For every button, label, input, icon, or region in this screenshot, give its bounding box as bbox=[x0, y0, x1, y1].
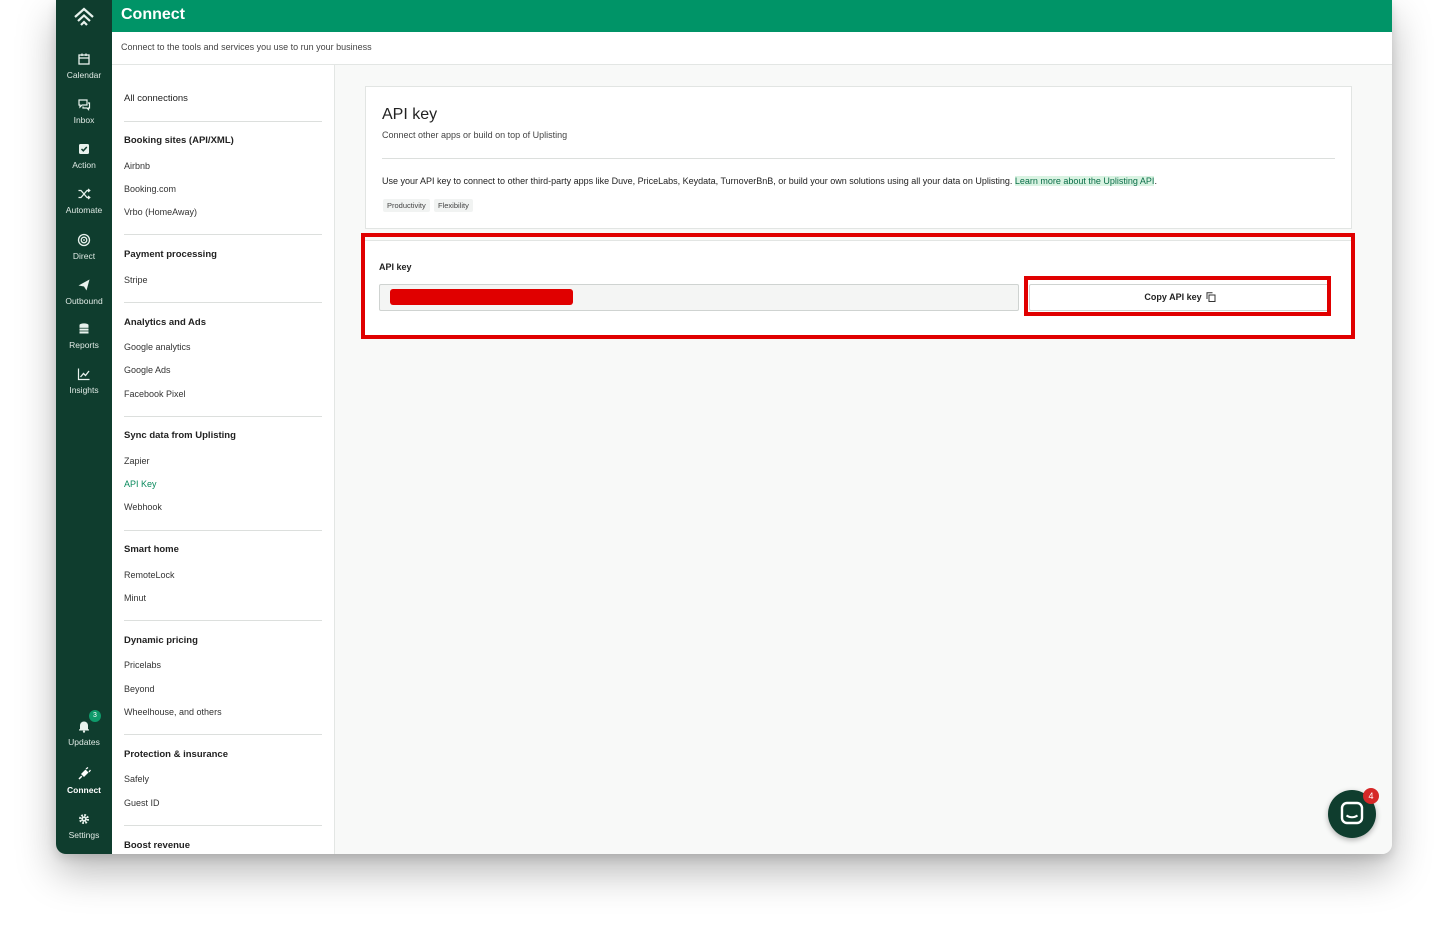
sidebar-item-api-key[interactable]: API Key bbox=[124, 479, 157, 489]
sub-header: Connect to the tools and services you us… bbox=[112, 32, 1392, 65]
rail-item-action[interactable]: Action bbox=[56, 142, 112, 182]
rail-item-reports[interactable]: Reports bbox=[56, 322, 112, 362]
rail-label: Insights bbox=[69, 385, 99, 395]
sidebar-item-vrbo[interactable]: Vrbo (HomeAway) bbox=[124, 207, 197, 217]
sidebar-item-beyond[interactable]: Beyond bbox=[124, 684, 155, 694]
sidebar-item-pricelabs[interactable]: Pricelabs bbox=[124, 660, 161, 670]
section-title: Booking sites (API/XML) bbox=[124, 135, 234, 146]
section-title: Dynamic pricing bbox=[124, 635, 198, 646]
card-title: API key bbox=[382, 106, 438, 123]
sidebar-item-wheelhouse[interactable]: Wheelhouse, and others bbox=[124, 707, 222, 717]
plug-icon bbox=[78, 767, 91, 780]
tag-flexibility: Flexibility bbox=[434, 199, 473, 212]
rail-item-insights[interactable]: Insights bbox=[56, 367, 112, 407]
sidebar-item-facebook-pixel[interactable]: Facebook Pixel bbox=[124, 389, 186, 399]
rail-label: Updates bbox=[68, 737, 100, 747]
divider bbox=[124, 620, 322, 621]
updates-badge: 3 bbox=[89, 710, 101, 722]
sidebar-item-google-analytics[interactable]: Google analytics bbox=[124, 342, 191, 352]
rail-label: Connect bbox=[67, 785, 101, 795]
gear-icon bbox=[79, 814, 89, 824]
sidebar-item-stripe[interactable]: Stripe bbox=[124, 275, 148, 285]
divider bbox=[124, 825, 322, 826]
divider bbox=[124, 302, 322, 303]
divider bbox=[124, 121, 322, 122]
api-key-info-card: API key Connect other apps or build on t… bbox=[365, 86, 1352, 229]
rail-item-automate[interactable]: Automate bbox=[56, 187, 112, 227]
sidebar-item-all-connections[interactable]: All connections bbox=[124, 93, 188, 104]
divider bbox=[124, 734, 322, 735]
send-icon bbox=[78, 279, 90, 291]
section-title: Analytics and Ads bbox=[124, 317, 207, 328]
rail-item-updates[interactable]: 3 Updates bbox=[56, 710, 112, 759]
rail-label: Reports bbox=[69, 340, 99, 350]
page-title: Connect bbox=[121, 6, 185, 23]
section-title: Smart home bbox=[124, 544, 179, 555]
section-title: Payment processing bbox=[124, 249, 217, 260]
chat-bubbles-icon bbox=[78, 99, 91, 111]
section-title: Protection & insurance bbox=[124, 749, 228, 760]
rail-label: Settings bbox=[68, 830, 100, 840]
top-bar: Connect bbox=[112, 0, 1392, 32]
rail-item-direct[interactable]: Direct bbox=[56, 233, 112, 273]
bell-icon bbox=[79, 721, 89, 733]
rail-item-settings[interactable]: Settings bbox=[56, 812, 112, 852]
highlight-copy-button bbox=[1024, 276, 1331, 316]
icon-rail: Calendar Inbox Action Automate Direct Ou… bbox=[56, 0, 112, 854]
checkbox-icon bbox=[79, 144, 89, 154]
shuffle-icon bbox=[78, 188, 91, 200]
trend-chart-icon bbox=[77, 368, 90, 381]
sidebar-item-zapier[interactable]: Zapier bbox=[124, 456, 150, 466]
rail-label: Action bbox=[72, 160, 96, 170]
section-title: Sync data from Uplisting bbox=[124, 430, 236, 441]
learn-more-link[interactable]: Learn more about the Uplisting API bbox=[1014, 176, 1155, 186]
divider bbox=[124, 234, 322, 235]
rail-label: Outbound bbox=[65, 296, 103, 306]
sidebar-item-webhook[interactable]: Webhook bbox=[124, 502, 162, 512]
tag-productivity: Productivity bbox=[383, 199, 430, 212]
target-icon bbox=[77, 233, 91, 247]
divider bbox=[124, 530, 322, 531]
main-content: API key Connect other apps or build on t… bbox=[335, 65, 1392, 854]
sidebar-item-minut[interactable]: Minut bbox=[124, 593, 146, 603]
rail-item-outbound[interactable]: Outbound bbox=[56, 278, 112, 318]
database-icon bbox=[79, 323, 89, 334]
calendar-icon bbox=[78, 53, 90, 65]
chat-unread-badge: 4 bbox=[1363, 788, 1379, 804]
rail-label: Inbox bbox=[73, 115, 95, 125]
sidebar-item-airbnb[interactable]: Airbnb bbox=[124, 161, 150, 171]
rail-label: Direct bbox=[72, 251, 96, 261]
page-subtitle: Connect to the tools and services you us… bbox=[121, 42, 372, 52]
description-text: Use your API key to connect to other thi… bbox=[382, 176, 1015, 186]
card-subtitle: Connect other apps or build on top of Up… bbox=[382, 130, 568, 140]
rail-item-calendar[interactable]: Calendar bbox=[56, 52, 112, 92]
rail-item-connect[interactable]: Connect bbox=[56, 767, 112, 807]
sidebar-item-booking-com[interactable]: Booking.com bbox=[124, 184, 176, 194]
section-title: Boost revenue bbox=[124, 840, 190, 851]
rail-label: Automate bbox=[65, 205, 103, 215]
connections-sidebar: All connections Booking sites (API/XML) … bbox=[112, 65, 335, 854]
logo-icon[interactable] bbox=[73, 6, 95, 28]
card-description: Use your API key to connect to other thi… bbox=[382, 176, 1157, 186]
sidebar-item-guest-id[interactable]: Guest ID bbox=[124, 798, 160, 808]
divider bbox=[124, 416, 322, 417]
app-window: Calendar Inbox Action Automate Direct Ou… bbox=[56, 0, 1392, 854]
sidebar-item-remotelock[interactable]: RemoteLock bbox=[124, 570, 175, 580]
rail-label: Calendar bbox=[66, 70, 102, 80]
sidebar-item-google-ads[interactable]: Google Ads bbox=[124, 365, 171, 375]
divider bbox=[382, 158, 1335, 159]
sidebar-item-safely[interactable]: Safely bbox=[124, 774, 149, 784]
rail-item-inbox[interactable]: Inbox bbox=[56, 97, 112, 137]
